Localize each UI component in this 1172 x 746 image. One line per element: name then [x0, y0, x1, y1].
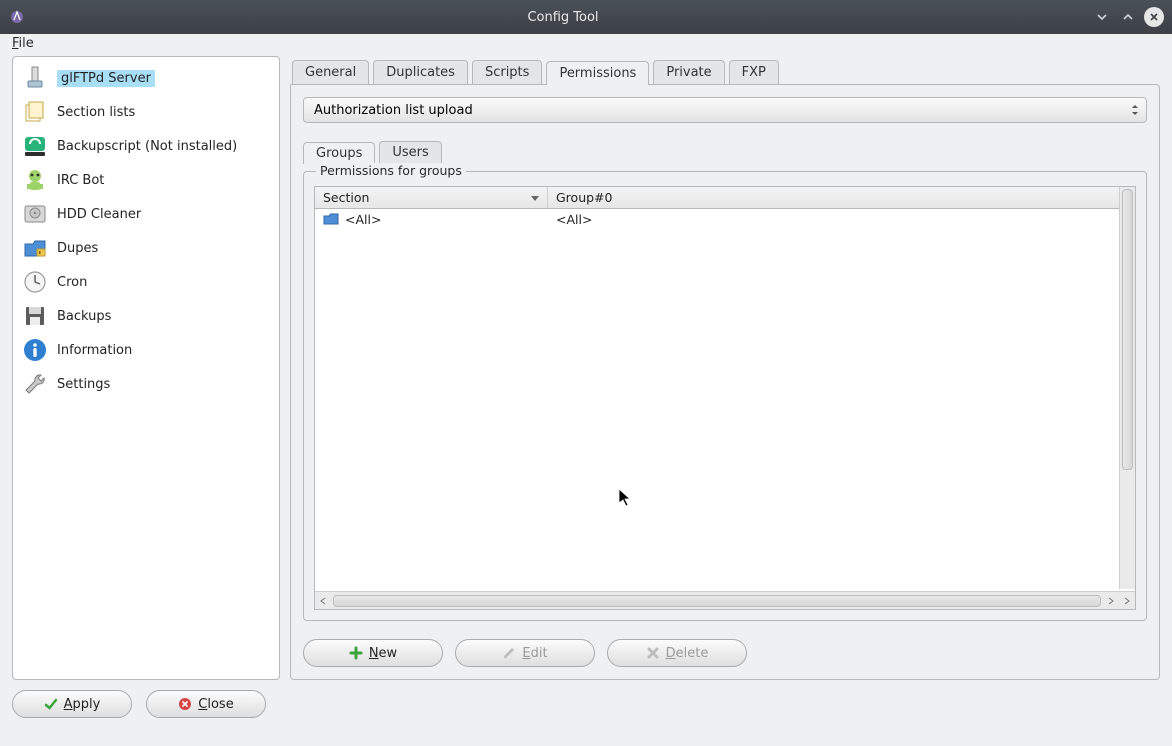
authorization-combo-value: Authorization list upload [314, 103, 473, 118]
sidebar-item-glftpd-server[interactable]: glFTPd Server [15, 61, 277, 95]
tab-permissions[interactable]: Permissions [546, 61, 649, 85]
sidebar-item-section-lists[interactable]: Section lists [15, 95, 277, 129]
tab-general[interactable]: General [292, 60, 369, 84]
cell-section: <All> [345, 212, 381, 227]
titlebar: Config Tool [0, 0, 1172, 34]
close-window-button[interactable] [1144, 7, 1164, 27]
close-icon [178, 697, 192, 711]
sidebar: glFTPd Server Section lists Backupscript… [12, 56, 280, 680]
scroll-right-icon[interactable] [1103, 593, 1119, 609]
menu-file-label: ile [19, 36, 34, 51]
bot-icon [21, 166, 49, 194]
app-icon [8, 8, 26, 26]
apply-button-rest: pply [73, 697, 101, 712]
sidebar-item-settings[interactable]: Settings [15, 367, 277, 401]
dialog-footer: Apply Close [12, 680, 1160, 724]
delete-icon [646, 646, 660, 660]
new-button-rest: ew [379, 646, 398, 661]
window-title: Config Tool [34, 10, 1092, 25]
sidebar-item-label: Backupscript (Not installed) [57, 139, 237, 154]
sidebar-item-label: glFTPd Server [61, 71, 151, 86]
subtab-groups[interactable]: Groups [303, 142, 375, 164]
backupscript-icon [21, 132, 49, 160]
hdd-icon [21, 200, 49, 228]
tab-scripts[interactable]: Scripts [472, 60, 542, 84]
pencil-icon [502, 646, 516, 660]
column-header-group0[interactable]: Group#0 [548, 187, 1135, 208]
sidebar-item-information[interactable]: Information [15, 333, 277, 367]
sidebar-item-label: Information [57, 343, 132, 358]
vertical-scrollbar[interactable] [1119, 187, 1135, 589]
plus-icon [349, 646, 363, 660]
sections-icon [21, 98, 49, 126]
folder-icon [323, 212, 339, 226]
permissions-groupbox: Permissions for groups Section Group#0 [303, 171, 1147, 621]
info-icon [21, 336, 49, 364]
tab-fxp[interactable]: FXP [729, 60, 779, 84]
scroll-left-icon[interactable] [315, 593, 331, 609]
sidebar-item-label: Backups [57, 309, 111, 324]
main-panel: General Duplicates Scripts Permissions P… [290, 56, 1160, 680]
scroll-right-icon-2[interactable] [1119, 593, 1135, 609]
sidebar-item-cron[interactable]: Cron [15, 265, 277, 299]
clock-icon [21, 268, 49, 296]
menu-file[interactable]: File [10, 36, 36, 51]
sidebar-item-backupscript[interactable]: Backupscript (Not installed) [15, 129, 277, 163]
sidebar-item-backups[interactable]: Backups [15, 299, 277, 333]
server-icon [21, 64, 49, 92]
table-body: <All> <All> [315, 209, 1135, 591]
check-icon [44, 697, 58, 711]
main-tabs: General Duplicates Scripts Permissions P… [290, 56, 1160, 84]
tab-private[interactable]: Private [653, 60, 724, 84]
action-row: New Edit Delete [303, 629, 1147, 667]
authorization-combo[interactable]: Authorization list upload [303, 97, 1147, 123]
close-button-rest: lose [207, 697, 233, 712]
dupes-icon [21, 234, 49, 262]
sidebar-item-dupes[interactable]: Dupes [15, 231, 277, 265]
tab-duplicates[interactable]: Duplicates [373, 60, 468, 84]
horizontal-scrollbar[interactable] [315, 591, 1135, 609]
edit-button-rest: dit [531, 646, 548, 661]
sidebar-item-irc-bot[interactable]: IRC Bot [15, 163, 277, 197]
delete-button-rest: elete [676, 646, 709, 661]
sidebar-item-label: Dupes [57, 241, 98, 256]
app-window: Config Tool File glFTPd Se [0, 0, 1172, 746]
wrench-icon [21, 370, 49, 398]
sidebar-item-label: HDD Cleaner [57, 207, 141, 222]
permissions-table: Section Group#0 <All> [314, 186, 1136, 610]
close-button[interactable]: Close [146, 690, 266, 718]
minimize-button[interactable] [1092, 7, 1112, 27]
maximize-button[interactable] [1118, 7, 1138, 27]
cell-group0: <All> [556, 212, 592, 227]
groupbox-legend: Permissions for groups [316, 163, 466, 178]
sidebar-item-label: Cron [57, 275, 87, 290]
column-header-section[interactable]: Section [315, 187, 548, 208]
table-row[interactable]: <All> <All> [315, 209, 1135, 229]
edit-button[interactable]: Edit [455, 639, 595, 667]
permissions-subtabs: Groups Users [303, 137, 1147, 163]
combo-spinner-icon [1130, 104, 1140, 116]
delete-button[interactable]: Delete [607, 639, 747, 667]
subtab-users[interactable]: Users [379, 141, 441, 163]
new-button[interactable]: New [303, 639, 443, 667]
permissions-panel: Authorization list upload Groups Users P… [290, 84, 1160, 680]
sidebar-item-hdd-cleaner[interactable]: HDD Cleaner [15, 197, 277, 231]
sidebar-item-label: IRC Bot [57, 173, 104, 188]
save-icon [21, 302, 49, 330]
sidebar-item-label: Section lists [57, 105, 135, 120]
sidebar-item-label: Settings [57, 377, 110, 392]
menubar: File [0, 34, 1172, 56]
apply-button[interactable]: Apply [12, 690, 132, 718]
